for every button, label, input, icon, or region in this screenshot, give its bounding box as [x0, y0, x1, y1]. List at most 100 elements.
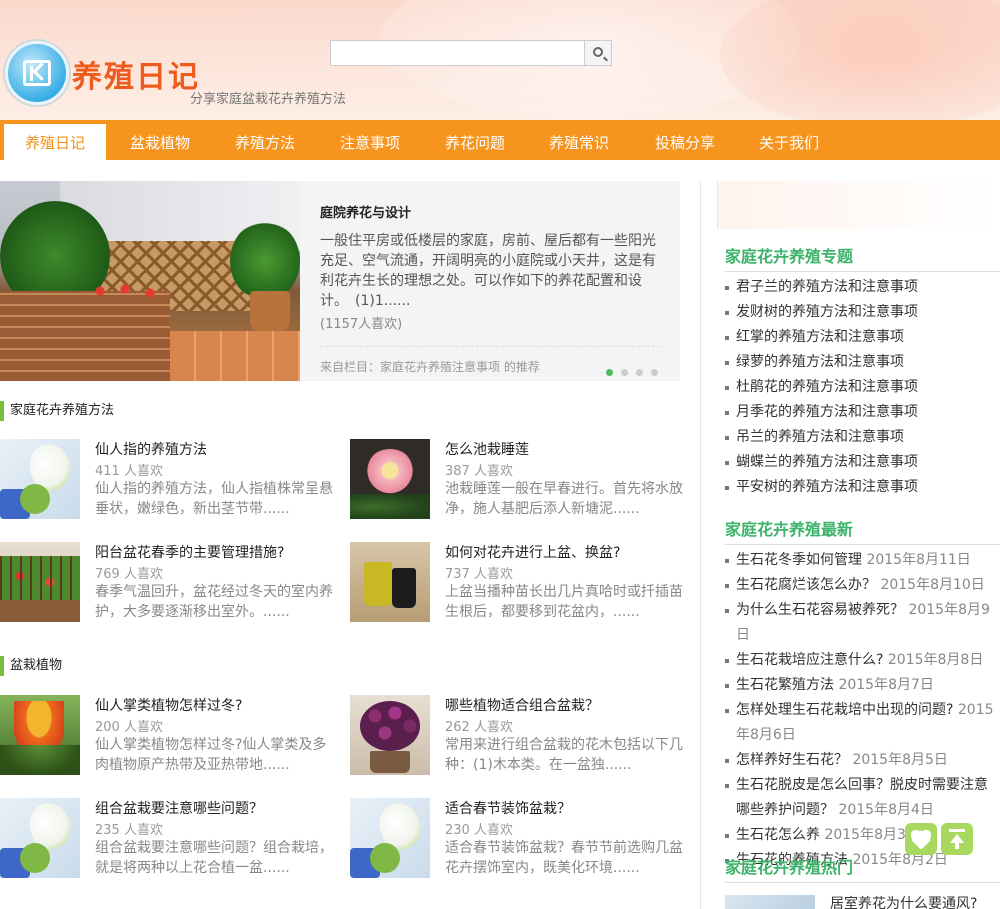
- sidebar-latest-heading: 家庭花卉养殖最新: [725, 516, 1000, 545]
- article-likes: 737 人喜欢: [445, 567, 513, 582]
- nav-item-home[interactable]: 养殖日记: [4, 124, 106, 160]
- list-item[interactable]: 平安树的养殖方法和注意事项: [725, 475, 1000, 500]
- list-item[interactable]: 怎样养好生石花？ 2015年8月5日: [725, 748, 1000, 773]
- list-item[interactable]: 生石花繁殖方法 2015年8月7日: [725, 673, 1000, 698]
- arum-lily-icon[interactable]: [0, 439, 80, 519]
- article-title[interactable]: 仙人指的养殖方法: [95, 439, 207, 459]
- article-card: 组合盆栽要注意哪些问题？ 235 人喜欢 组合盆栽要注意哪些问题？组合栽培，就是…: [0, 798, 340, 880]
- sidebar-hot-heading: 家庭花卉养殖热门: [725, 854, 1000, 883]
- list-item[interactable]: 君子兰的养殖方法和注意事项: [725, 275, 1000, 300]
- list-item-title[interactable]: 生石花栽培应注意什么?: [736, 652, 883, 668]
- article-card: 怎么池栽睡莲 387 人喜欢 池栽睡莲一般在早春进行。首先将水放净，施人基肥后添…: [350, 439, 690, 521]
- nav-item-methods[interactable]: 养殖方法: [215, 120, 315, 160]
- article-summary: 上盆当播种苗长出几片真哈时或扦插苗生根后，都要移到花盆内，......: [445, 584, 683, 620]
- list-item-title[interactable]: 生石花冬季如何管理: [736, 552, 862, 568]
- nav-item-precautions[interactable]: 注意事项: [320, 120, 420, 160]
- list-item-date: 2015年8月11日: [866, 552, 971, 568]
- balcony-flowers-icon[interactable]: [0, 542, 80, 622]
- section-heading: 盆栽植物: [0, 656, 690, 676]
- article-summary: 仙人掌类植物怎样过冬?仙人掌类及多肉植物原产热带及亚热带地......: [95, 737, 327, 773]
- list-item[interactable]: 红掌的养殖方法和注意事项: [725, 325, 1000, 350]
- article-likes: 387 人喜欢: [445, 464, 513, 479]
- hot-article-thumb[interactable]: [725, 895, 815, 909]
- slider-dot[interactable]: [636, 369, 643, 376]
- article-summary: 池栽睡莲一般在早春进行。首先将水放净，施人基肥后添人新塘泥......: [445, 481, 683, 517]
- article-title[interactable]: 阳台盆花春季的主要管理措施?: [95, 542, 284, 562]
- article-summary: 仙人指的养殖方法，仙人指植株常呈悬垂状，嫩绿色，新出茎节带......: [95, 481, 333, 517]
- article-title[interactable]: 怎么池栽睡莲: [445, 439, 529, 459]
- nav-item-about[interactable]: 关于我们: [739, 120, 839, 160]
- slider-dot[interactable]: [606, 369, 613, 376]
- heart-icon[interactable]: [905, 823, 937, 855]
- sidebar-banner: [717, 181, 1000, 229]
- list-item[interactable]: 生石花腐烂该怎么办？ 2015年8月10日: [725, 573, 1000, 598]
- featured-likes: (1157人喜欢): [320, 317, 403, 332]
- list-item[interactable]: 为什么生石花容易被养死？ 2015年8月9日: [725, 598, 1000, 648]
- list-item[interactable]: 生石花脱皮是怎么回事？脱皮时需要注意哪些养护问题？ 2015年8月4日: [725, 773, 1000, 823]
- article-summary: 适合春节装饰盆栽？春节节前选购几盆花卉摆饰室内，既美化环境......: [445, 840, 683, 876]
- nav-item-potted-plants[interactable]: 盆栽植物: [110, 120, 210, 160]
- list-item[interactable]: 发财树的养殖方法和注意事项: [725, 300, 1000, 325]
- site-header: 养殖日记 分享家庭盆栽花卉养殖方法: [0, 0, 1000, 120]
- nav-item-problems[interactable]: 养花问题: [425, 120, 525, 160]
- list-item[interactable]: 生石花栽培应注意什么? 2015年8月8日: [725, 648, 1000, 673]
- article-title[interactable]: 仙人掌类植物怎样过冬?: [95, 695, 242, 715]
- featured-image[interactable]: [0, 181, 300, 381]
- list-item[interactable]: 生石花冬季如何管理 2015年8月11日: [725, 548, 1000, 573]
- site-logo-icon[interactable]: [5, 41, 69, 105]
- site-tagline: 分享家庭盆栽花卉养殖方法: [190, 92, 347, 107]
- sidebar-topics-list: 君子兰的养殖方法和注意事项 发财树的养殖方法和注意事项 红掌的养殖方法和注意事项…: [725, 275, 1000, 500]
- water-lily-icon[interactable]: [350, 439, 430, 519]
- search-button[interactable]: [584, 40, 612, 66]
- article-summary: 常用来进行组合盆栽的花木包括以下几种：(1)木本类。在一盆独......: [445, 737, 683, 773]
- article-card: 仙人掌类植物怎样过冬? 200 人喜欢 仙人掌类植物怎样过冬?仙人掌类及多肉植物…: [0, 695, 340, 777]
- back-to-top-icon[interactable]: [941, 823, 973, 855]
- nav-item-knowledge[interactable]: 养殖常识: [529, 120, 629, 160]
- article-likes: 200 人喜欢: [95, 720, 163, 735]
- article-card: 阳台盆花春季的主要管理措施? 769 人喜欢 春季气温回升，盆花经过冬天的室内养…: [0, 542, 340, 624]
- featured-title[interactable]: 庭院养花与设计: [320, 202, 411, 221]
- list-item-title[interactable]: 生石花腐烂该怎么办？: [736, 577, 876, 593]
- list-item[interactable]: 绿萝的养殖方法和注意事项: [725, 350, 1000, 375]
- article-card: 仙人指的养殖方法 411 人喜欢 仙人指的养殖方法，仙人指植株常呈悬垂状，嫩绿色…: [0, 439, 340, 521]
- list-item-date: 2015年8月8日: [887, 652, 984, 668]
- slider-dots: [606, 364, 666, 380]
- article-likes: 411 人喜欢: [95, 464, 163, 479]
- featured-source[interactable]: 来自栏目：家庭花卉养殖注意事项 的推荐: [320, 358, 540, 375]
- article-title[interactable]: 适合春节装饰盆栽？: [445, 798, 571, 818]
- arum-lily-icon[interactable]: [350, 798, 430, 878]
- slider-dot[interactable]: [621, 369, 628, 376]
- list-item-date: 2015年8月7日: [838, 677, 934, 693]
- flower-pots-icon[interactable]: [350, 542, 430, 622]
- list-item[interactable]: 怎样处理生石花栽培中出现的问题? 2015年8月6日: [725, 698, 1000, 748]
- list-item[interactable]: 蝴蝶兰的养殖方法和注意事项: [725, 450, 1000, 475]
- list-item-title[interactable]: 生石花怎么养: [736, 827, 820, 843]
- list-item-title[interactable]: 怎样养好生石花？: [736, 752, 848, 768]
- article-likes: 769 人喜欢: [95, 567, 163, 582]
- arum-lily-icon[interactable]: [0, 798, 80, 878]
- list-item-title[interactable]: 怎样处理生石花栽培中出现的问题?: [736, 702, 953, 718]
- list-item-title[interactable]: 生石花繁殖方法: [736, 677, 834, 693]
- search-input[interactable]: [330, 40, 585, 66]
- article-card: 哪些植物适合组合盆栽？ 262 人喜欢 常用来进行组合盆栽的花木包括以下几种：(…: [350, 695, 690, 777]
- article-likes: 262 人喜欢: [445, 720, 513, 735]
- article-summary: 春季气温回升，盆花经过冬天的室内养护，大多要逐渐移出室外。......: [95, 584, 333, 620]
- list-item[interactable]: 吊兰的养殖方法和注意事项: [725, 425, 1000, 450]
- list-item[interactable]: 月季花的养殖方法和注意事项: [725, 400, 1000, 425]
- african-violet-icon[interactable]: [350, 695, 430, 775]
- hot-article-title[interactable]: 居室养花为什么要通风?: [830, 893, 977, 909]
- bromeliad-icon[interactable]: [0, 695, 80, 775]
- sidebar-divider: [700, 181, 701, 909]
- article-card: 如何对花卉进行上盆、换盆? 737 人喜欢 上盆当播种苗长出几片真哈时或扦插苗生…: [350, 542, 690, 624]
- nav-item-submit[interactable]: 投稿分享: [634, 120, 736, 160]
- slider-dot[interactable]: [651, 369, 658, 376]
- list-item[interactable]: 杜鹃花的养殖方法和注意事项: [725, 375, 1000, 400]
- article-title[interactable]: 哪些植物适合组合盆栽？: [445, 695, 599, 715]
- article-summary: 组合盆栽要注意哪些问题？组合栽培，就是将两种以上花合植一盆......: [95, 840, 333, 876]
- article-title[interactable]: 组合盆栽要注意哪些问题？: [95, 798, 263, 818]
- main-nav: 养殖日记 盆栽植物 养殖方法 注意事项 养花问题 养殖常识 投稿分享 关于我们: [0, 120, 1000, 160]
- list-item-title[interactable]: 为什么生石花容易被养死？: [736, 602, 904, 618]
- sidebar-topics-heading: 家庭花卉养殖专题: [725, 243, 1000, 272]
- site-title[interactable]: 养殖日记: [72, 52, 200, 96]
- article-title[interactable]: 如何对花卉进行上盆、换盆?: [445, 542, 620, 562]
